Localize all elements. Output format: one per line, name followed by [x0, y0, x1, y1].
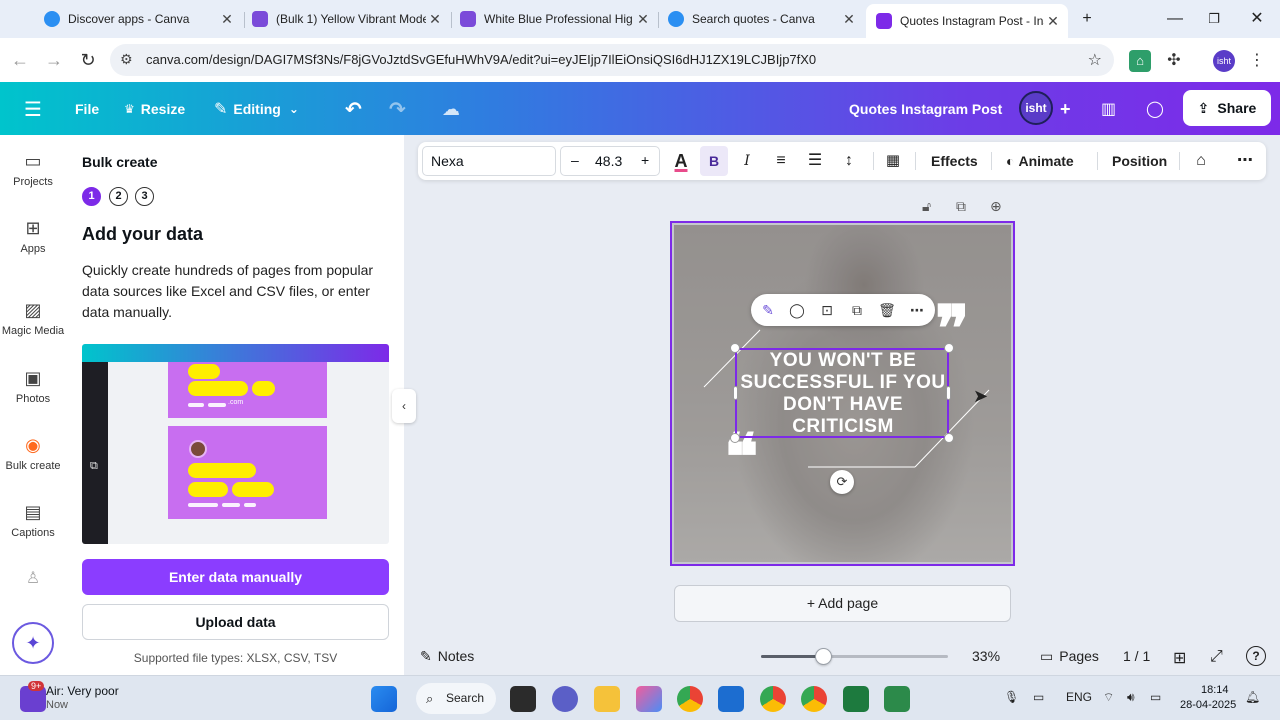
- page-counter: 1 / 1: [1123, 648, 1151, 664]
- lock-icon[interactable]: ⊡: [816, 300, 838, 320]
- weather-title[interactable]: Air: Very poor: [46, 684, 119, 698]
- copilot-icon[interactable]: [636, 686, 662, 712]
- taskbar-search[interactable]: ⌕ Search: [416, 683, 496, 714]
- notification-bell-icon[interactable]: 🔔︎: [1245, 690, 1260, 704]
- camtasia-icon[interactable]: [843, 686, 869, 712]
- zoom-slider[interactable]: [761, 648, 948, 665]
- volume-icon[interactable]: 🔊︎: [1127, 690, 1135, 705]
- task-view-icon[interactable]: [510, 686, 536, 712]
- comment-icon[interactable]: ◯: [786, 300, 808, 320]
- side-resize-handle[interactable]: [946, 386, 951, 400]
- wifi-icon[interactable]: ⌔: [1103, 690, 1114, 705]
- rotate-handle-icon[interactable]: ⟳: [830, 470, 854, 494]
- duplicate-icon[interactable]: ⧉: [846, 300, 868, 320]
- notes-icon: ✎: [420, 648, 432, 664]
- windows-start-icon[interactable]: [371, 686, 397, 712]
- resize-handle[interactable]: [730, 433, 740, 443]
- tray-device-icon[interactable]: ▭: [1033, 690, 1044, 704]
- mouse-cursor-icon: ➤: [973, 386, 989, 406]
- search-label: Search: [446, 691, 485, 705]
- zoom-slider-fill: [761, 655, 823, 658]
- element-context-menu: ✎ ◯ ⊡ ⧉ 🗑︎ ⋯: [751, 294, 935, 326]
- selection-box: [735, 348, 949, 438]
- chrome-icon[interactable]: [677, 686, 703, 712]
- teams-icon[interactable]: [552, 686, 578, 712]
- resize-handle[interactable]: [944, 343, 954, 353]
- magic-edit-icon[interactable]: ✎: [757, 300, 779, 320]
- resize-handle[interactable]: [944, 433, 954, 443]
- zoom-slider-thumb[interactable]: [814, 648, 832, 665]
- help-icon[interactable]: ?: [1246, 646, 1266, 666]
- language-indicator[interactable]: ENG: [1066, 690, 1092, 704]
- store-icon[interactable]: [718, 686, 744, 712]
- microphone-icon[interactable]: 🎙︎: [1004, 690, 1019, 704]
- delete-icon[interactable]: 🗑︎: [876, 300, 898, 320]
- pages-icon: ▭: [1040, 648, 1054, 664]
- notification-badge: 9+: [28, 681, 45, 691]
- editor-bottom-bar: ✎ Notes 33% ▭ Pages 1 / 1 ⊞ ⤢ ?: [404, 640, 1280, 675]
- grid-view-icon[interactable]: ⊞: [1173, 648, 1186, 668]
- search-icon: ⌕: [426, 691, 434, 706]
- clock-time[interactable]: 18:14: [1201, 684, 1229, 696]
- fullscreen-icon[interactable]: ⤢: [1210, 648, 1223, 666]
- pages-button[interactable]: ▭ Pages: [1040, 648, 1099, 665]
- chrome-profile-active-icon[interactable]: [801, 686, 827, 712]
- windows-taskbar: 9+ Air: Very poor Now ⌕ Search 🎙︎ ▭ ENG …: [0, 675, 1280, 720]
- notes-button[interactable]: ✎ Notes: [420, 648, 474, 665]
- file-explorer-icon[interactable]: [594, 686, 620, 712]
- resize-handle[interactable]: [730, 343, 740, 353]
- decorative-lines: [703, 329, 990, 468]
- zoom-level[interactable]: 33%: [972, 648, 1000, 664]
- notes-label: Notes: [437, 648, 475, 664]
- chrome-profile-icon[interactable]: [760, 686, 786, 712]
- pages-label: Pages: [1059, 648, 1099, 664]
- recorder-icon[interactable]: [884, 686, 910, 712]
- side-resize-handle[interactable]: [733, 386, 738, 400]
- more-icon[interactable]: ⋯: [906, 300, 928, 320]
- add-page-button[interactable]: + Add page: [674, 585, 1011, 622]
- weather-subtitle: Now: [46, 699, 69, 711]
- clock-date[interactable]: 28-04-2025: [1180, 699, 1236, 711]
- battery-icon[interactable]: ▭: [1150, 690, 1161, 704]
